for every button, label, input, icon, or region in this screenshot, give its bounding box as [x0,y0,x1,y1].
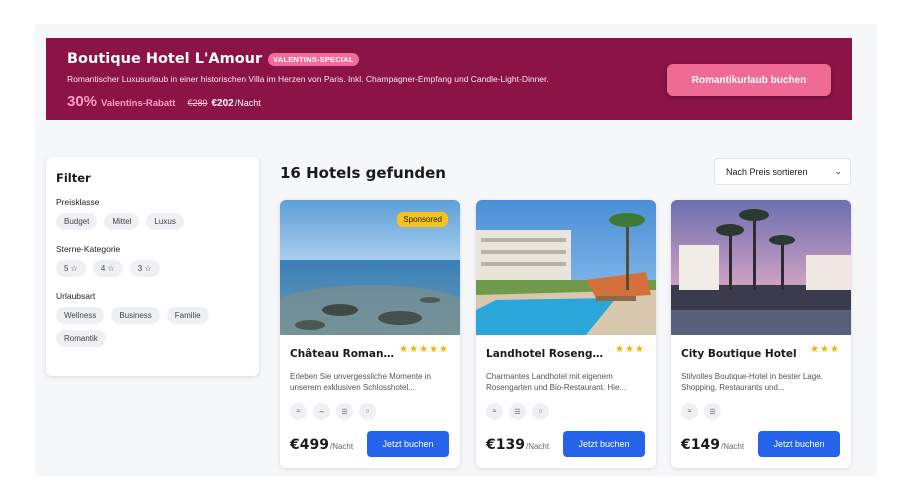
hotel-card[interactable]: Landhotel Rosengar... ★★★ Charmantes Lan… [476,200,656,468]
chip-familie[interactable]: Familie [166,307,209,324]
chip-list: 5 ☆ 4 ☆ 3 ☆ [56,260,249,277]
price: €499 /Nacht [290,437,353,453]
promo-price-unit: /Nacht [234,98,261,108]
chip-wellness[interactable]: Wellness [56,307,105,324]
price-unit: /Nacht [720,442,745,451]
book-now-button[interactable]: Jetzt buchen [563,431,645,457]
chip-4-stars[interactable]: 4 ☆ [92,260,123,277]
promo-price-row: 30% Valentins-Rabatt €289 €202 /Nacht [67,93,261,110]
book-now-button[interactable]: Jetzt buchen [758,431,840,457]
pool-icon: ∼ [313,403,330,420]
hotel-description: Stilvolles Boutique-Hotel in bester Lage… [681,372,823,392]
price: €149 /Nacht [681,437,744,453]
promo-discount-percent: 30% [67,93,98,110]
romantic-booking-button[interactable]: Romantikurlaub buchen [667,64,831,96]
hotel-name[interactable]: Château Roman... [290,348,395,360]
promo-title-row: Boutique Hotel L'Amour VALENTINS-SPECIAL [67,51,359,67]
chip-3-stars[interactable]: 3 ☆ [129,260,160,277]
price-value: €149 [681,437,720,453]
chip-business[interactable]: Business [111,307,160,324]
price-unit: /Nacht [329,442,354,451]
chevron-down-icon: ⌄ [834,166,842,176]
amenity-list: ≈ ☰ [681,403,721,420]
amenity-list: ≈ ∼ ☰ ○ [290,403,376,420]
chip-budget[interactable]: Budget [56,213,98,230]
promo-description: Romantischer Luxusurlaub in einer histor… [67,74,549,84]
star-rating: ★★★ [810,344,840,355]
amenity-list: ≈ ☰ ○ [486,403,549,420]
chip-mittel[interactable]: Mittel [104,213,140,230]
price: €139 /Nacht [486,437,549,453]
chip-luxus[interactable]: Luxus [146,213,184,230]
hotel-description: Charmantes Landhotel mit eigenem Rosenga… [486,372,627,392]
sponsored-badge: Sponsored [397,212,448,227]
filter-group-title: Preisklasse [56,197,100,207]
promo-banner: Boutique Hotel L'Amour VALENTINS-SPECIAL… [46,38,852,120]
restaurant-icon: ☰ [509,403,526,420]
filter-group-title: Sterne-Kategorie [56,244,121,254]
spa-icon: ○ [359,403,376,420]
sort-label: Nach Preis sortieren [726,166,808,177]
price-value: €499 [290,437,329,453]
chip-list: Budget Mittel Luxus [56,213,249,230]
wifi-icon: ≈ [681,403,698,420]
promo-new-price: €202 [211,98,234,109]
promo-badge: VALENTINS-SPECIAL [268,52,359,66]
price-value: €139 [486,437,525,453]
promo-discount-label: Valentins-Rabatt [101,98,176,109]
chip-5-stars[interactable]: 5 ☆ [56,260,86,277]
wifi-icon: ≈ [486,403,503,420]
promo-title: Boutique Hotel L'Amour [67,51,263,67]
spa-icon: ○ [532,403,549,420]
star-rating: ★★★★★ [399,344,449,355]
star-rating: ★★★ [615,344,645,355]
price-unit: /Nacht [525,442,550,451]
hotel-name[interactable]: City Boutique Hotel [681,348,806,360]
filter-group-stars: Sterne-Kategorie 5 ☆ 4 ☆ 3 ☆ [56,244,249,277]
hotel-image-palms [671,200,851,335]
filter-title: Filter [56,171,91,185]
filter-group-type: Urlaubsart Wellness Business Familie Rom… [56,291,249,347]
wifi-icon: ≈ [290,403,307,420]
filter-panel: Filter Preisklasse Budget Mittel Luxus S… [46,157,259,376]
results-count-title: 16 Hotels gefunden [280,164,446,182]
hotel-name[interactable]: Landhotel Rosengar... [486,348,606,360]
chip-list: Wellness Business Familie Romantik [56,307,249,347]
promo-old-price: €289 [187,98,208,108]
restaurant-icon: ☰ [336,403,353,420]
book-now-button[interactable]: Jetzt buchen [367,431,449,457]
sort-select[interactable]: Nach Preis sortieren ⌄ [714,158,851,185]
hotel-card[interactable]: City Boutique Hotel ★★★ Stilvolles Bouti… [671,200,851,468]
hotel-image-pool [476,200,656,335]
page: Boutique Hotel L'Amour VALENTINS-SPECIAL… [35,24,877,476]
hotel-description: Erleben Sie unvergessliche Momente in un… [290,372,431,392]
filter-group-title: Urlaubsart [56,291,96,301]
filter-group-price: Preisklasse Budget Mittel Luxus [56,197,249,230]
restaurant-icon: ☰ [704,403,721,420]
chip-romantik[interactable]: Romantik [56,330,106,347]
hotel-card[interactable]: Sponsored Château Roman... ★★★★★ Erleben… [280,200,460,468]
